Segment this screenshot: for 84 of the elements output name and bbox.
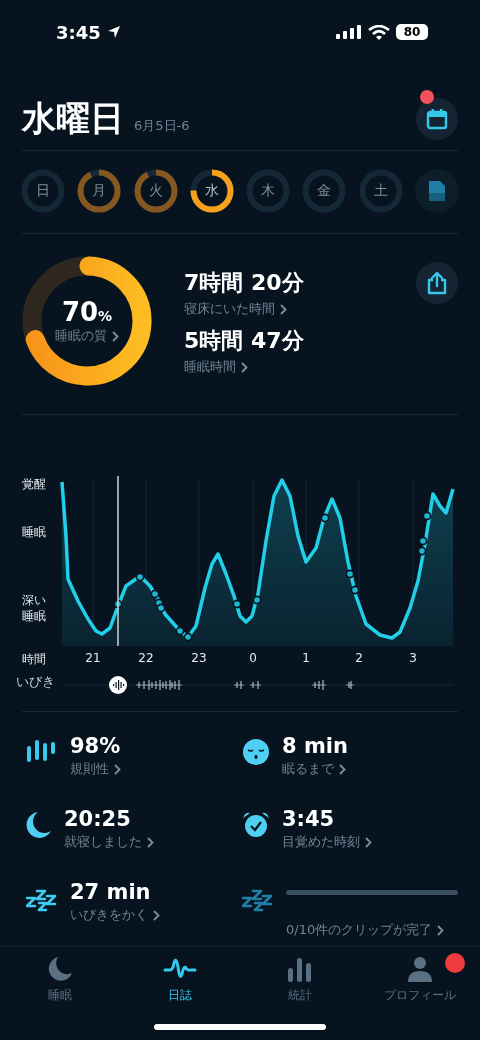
document-icon — [427, 180, 446, 202]
hour-label: 3 — [408, 651, 418, 665]
signal-icon — [336, 25, 362, 39]
stat-link[interactable]: 規則性 — [70, 760, 242, 778]
alarm-clock-icon — [242, 811, 270, 839]
stage-label: 睡眠 — [22, 525, 47, 541]
duration-link[interactable]: 寝床にいた時間 — [184, 300, 304, 318]
share-icon — [426, 271, 448, 295]
hour-label: 1 — [301, 651, 311, 665]
moon-icon — [47, 956, 73, 982]
stage-label: 深い睡眠 — [22, 593, 46, 625]
stage-label: 覚醒 — [22, 477, 47, 493]
status-time: 3:45 — [56, 21, 101, 43]
day-button[interactable]: 木 — [246, 169, 291, 213]
day-button[interactable]: 火 — [133, 169, 178, 213]
chevron-icon — [339, 763, 346, 775]
chevron-icon — [114, 763, 121, 775]
data-point — [345, 569, 355, 579]
wave-icon — [163, 957, 197, 981]
duration-value: 7時間 20分 — [184, 269, 304, 297]
day-button[interactable]: 日 — [21, 169, 65, 213]
snore-marker[interactable] — [109, 676, 127, 694]
stat-value: 8 min — [282, 734, 349, 758]
chevron-icon — [437, 924, 445, 936]
person-icon — [407, 956, 433, 982]
duration-value: 5時間 47分 — [184, 327, 304, 355]
date-range: 6月5日-6 — [134, 117, 190, 135]
battery-icon: 80 — [396, 24, 428, 40]
day-title: 水曜日 — [22, 97, 124, 140]
tab[interactable]: プロフィール — [365, 955, 475, 1004]
data-point — [150, 589, 160, 599]
hour-label: 0 — [248, 651, 258, 665]
stat-value: 27 min — [70, 880, 152, 904]
tab[interactable]: 睡眠 — [5, 955, 115, 1004]
data-point — [350, 585, 360, 595]
snore-label: いびき — [16, 673, 55, 691]
data-point — [418, 536, 428, 546]
data-point — [156, 603, 166, 613]
day-button[interactable]: 土 — [358, 169, 403, 213]
data-point — [417, 546, 427, 556]
stat-value: 20:25 — [64, 807, 132, 831]
stat-link[interactable]: いびきをかく — [70, 906, 242, 924]
data-point — [252, 595, 262, 605]
share-button[interactable] — [416, 262, 458, 304]
data-point — [183, 632, 193, 642]
location-icon — [106, 25, 121, 39]
data-point — [232, 599, 242, 609]
chevron-icon — [365, 836, 372, 848]
day-button[interactable]: 月 — [77, 169, 122, 213]
sleepy-face-icon — [242, 738, 270, 766]
bar-chart-icon — [287, 956, 313, 982]
data-point — [135, 572, 145, 582]
axis-title: 時間 — [22, 651, 46, 668]
chevron-icon — [147, 836, 154, 848]
stat-value: 98% — [70, 734, 122, 758]
data-point — [113, 599, 123, 609]
stat-link[interactable]: 目覚めた時刻 — [282, 833, 458, 851]
calendar-icon — [426, 108, 448, 130]
stat-value: 3:45 — [282, 807, 336, 831]
day-button[interactable]: 金 — [302, 169, 347, 213]
hour-label: 23 — [190, 651, 208, 665]
stat-link[interactable]: 眠るまで — [282, 760, 458, 778]
calendar-button[interactable] — [416, 98, 458, 140]
quality-link[interactable]: 睡眠の質 — [55, 327, 119, 345]
chevron-icon — [280, 303, 287, 315]
hour-label: 2 — [354, 651, 364, 665]
stat-link[interactable]: 就寝しました — [64, 833, 242, 851]
quality-percent: 70% — [61, 297, 113, 327]
chevron-icon — [153, 909, 160, 921]
stat-link[interactable]: 0/10件のクリップが完了 — [286, 921, 458, 939]
chevron-icon — [241, 361, 248, 373]
day-button[interactable]: 水 — [189, 169, 234, 213]
wifi-icon — [368, 24, 390, 40]
moon-icon — [26, 811, 52, 839]
data-point — [422, 511, 432, 521]
tab[interactable]: 日誌 — [125, 955, 235, 1004]
hour-label: 22 — [137, 651, 155, 665]
tab[interactable]: 統計 — [245, 955, 355, 1004]
hour-label: 21 — [84, 651, 102, 665]
duration-link[interactable]: 睡眠時間 — [184, 358, 304, 376]
data-point — [175, 626, 185, 636]
report-button[interactable] — [414, 169, 459, 213]
chevron-icon — [112, 330, 119, 342]
data-point — [320, 513, 330, 523]
